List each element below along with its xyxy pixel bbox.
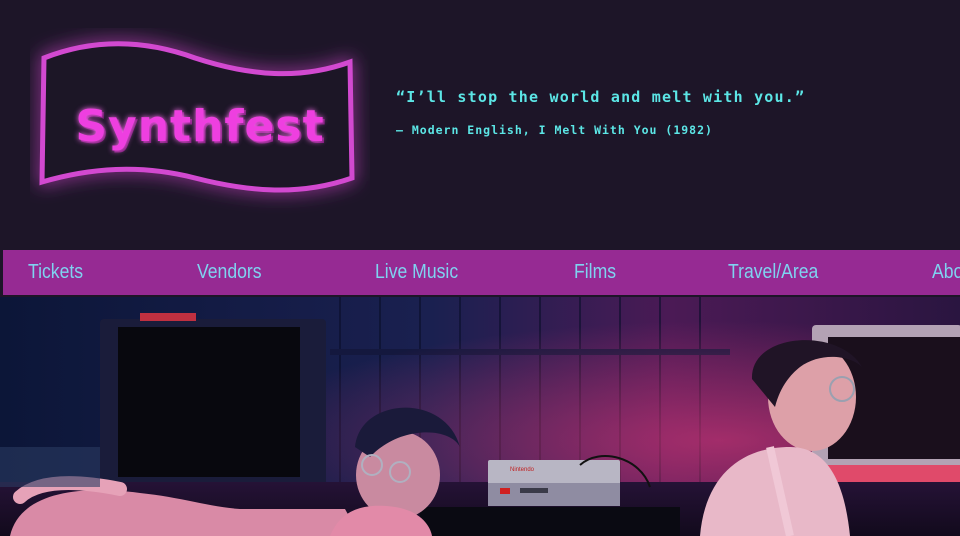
nav-item-live-music[interactable]: Live Music xyxy=(375,250,458,295)
site-header: Synthfest “I’ll stop the world and melt … xyxy=(0,0,960,248)
nav-item-about[interactable]: About xyxy=(932,250,960,295)
nav-item-travel-area[interactable]: Travel/Area xyxy=(728,250,818,295)
hero-image: Nintendo xyxy=(0,297,960,536)
nav-item-tickets[interactable]: Tickets xyxy=(28,250,83,295)
nav-item-vendors[interactable]: Vendors xyxy=(197,250,262,295)
main-nav: Tickets Vendors Live Music Films Travel/… xyxy=(3,250,960,295)
logo-text: Synthfest xyxy=(75,100,325,152)
header-quote: “I’ll stop the world and melt with you.” xyxy=(396,88,806,106)
console-label: Nintendo xyxy=(510,467,535,473)
quote-attribution: — Modern English, I Melt With You (1982) xyxy=(396,123,713,137)
nav-item-films[interactable]: Films xyxy=(574,250,616,295)
crt-tv-left xyxy=(100,313,326,497)
site-logo[interactable]: Synthfest xyxy=(30,28,370,218)
